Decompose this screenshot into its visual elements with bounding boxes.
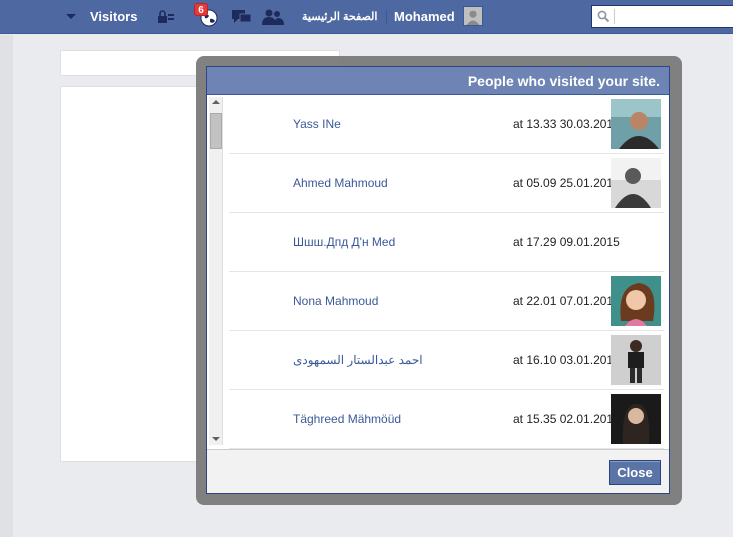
list-item: Yass INe at 13.33 30.03.2015 [229,95,664,154]
visit-time: at 22.01 07.01.2015 [513,294,620,308]
dropdown-arrow-icon[interactable] [66,14,76,19]
search-icon [597,10,610,23]
list-item: Nona Mahmoud at 22.01 07.01.2015 [229,272,664,331]
top-navigation-bar: Visitors 6 الصفحة الرئيسية Mohamed [0,0,733,34]
list-item: Шшш.Дпд Д'н Mеd at 17.29 09.01.2015 [229,213,664,272]
visit-time: at 13.33 30.03.2015 [513,117,620,131]
visitor-name-link[interactable]: Ahmed Mahmoud [293,176,388,190]
scroll-down-arrow-icon[interactable] [212,437,220,441]
friend-requests-icon[interactable] [262,9,284,25]
visit-time: at 16.10 03.01.2015 [513,353,620,367]
visitor-name-link[interactable]: احمد عبدالستار السمهودى [293,353,423,367]
dialog-footer: Close [207,449,669,493]
scrollbar-thumb[interactable] [210,113,222,149]
visit-time: at 05.09 25.01.2015 [513,176,620,190]
profile-avatar[interactable] [463,6,483,26]
dialog-title: People who visited your site. [207,67,669,95]
visitor-avatar[interactable] [611,394,661,444]
visitor-name-link[interactable]: Täghreed Mähmöüd [293,412,401,426]
profile-name-link[interactable]: Mohamed [394,9,455,24]
search-input[interactable] [614,9,732,24]
privacy-lock-icon[interactable] [157,9,175,25]
notification-badge: 6 [194,3,208,16]
visitors-dialog: People who visited your site. Yass INe a… [206,66,670,494]
nav-divider [386,10,387,24]
home-link[interactable]: الصفحة الرئيسية [302,10,377,23]
visit-time: at 15.35 02.01.2015 [513,412,620,426]
visitors-list: Yass INe at 13.33 30.03.2015 Ahmed Mahmo… [207,95,669,449]
search-box [591,5,733,28]
visitor-name-link[interactable]: Шшш.Дпд Д'н Mеd [293,235,395,249]
visitor-avatar[interactable] [611,335,661,385]
visitor-avatar[interactable] [611,276,661,326]
visitors-menu[interactable]: Visitors [90,9,137,24]
list-item: Ahmed Mahmoud at 05.09 25.01.2015 [229,154,664,213]
visitor-avatar[interactable] [611,158,661,208]
visitor-name-link[interactable]: Nona Mahmoud [293,294,378,308]
list-scrollbar[interactable] [209,97,223,445]
visitor-avatar[interactable] [611,99,661,149]
close-button[interactable]: Close [609,460,661,485]
left-sidebar-strip [0,35,13,537]
messages-icon[interactable] [232,9,252,25]
scroll-up-arrow-icon[interactable] [212,100,220,104]
visit-time: at 17.29 09.01.2015 [513,235,620,249]
visitor-name-link[interactable]: Yass INe [293,117,341,131]
list-item: احمد عبدالستار السمهودى at 16.10 03.01.2… [229,331,664,390]
list-item: Täghreed Mähmöüd at 15.35 02.01.2015 [229,390,664,449]
